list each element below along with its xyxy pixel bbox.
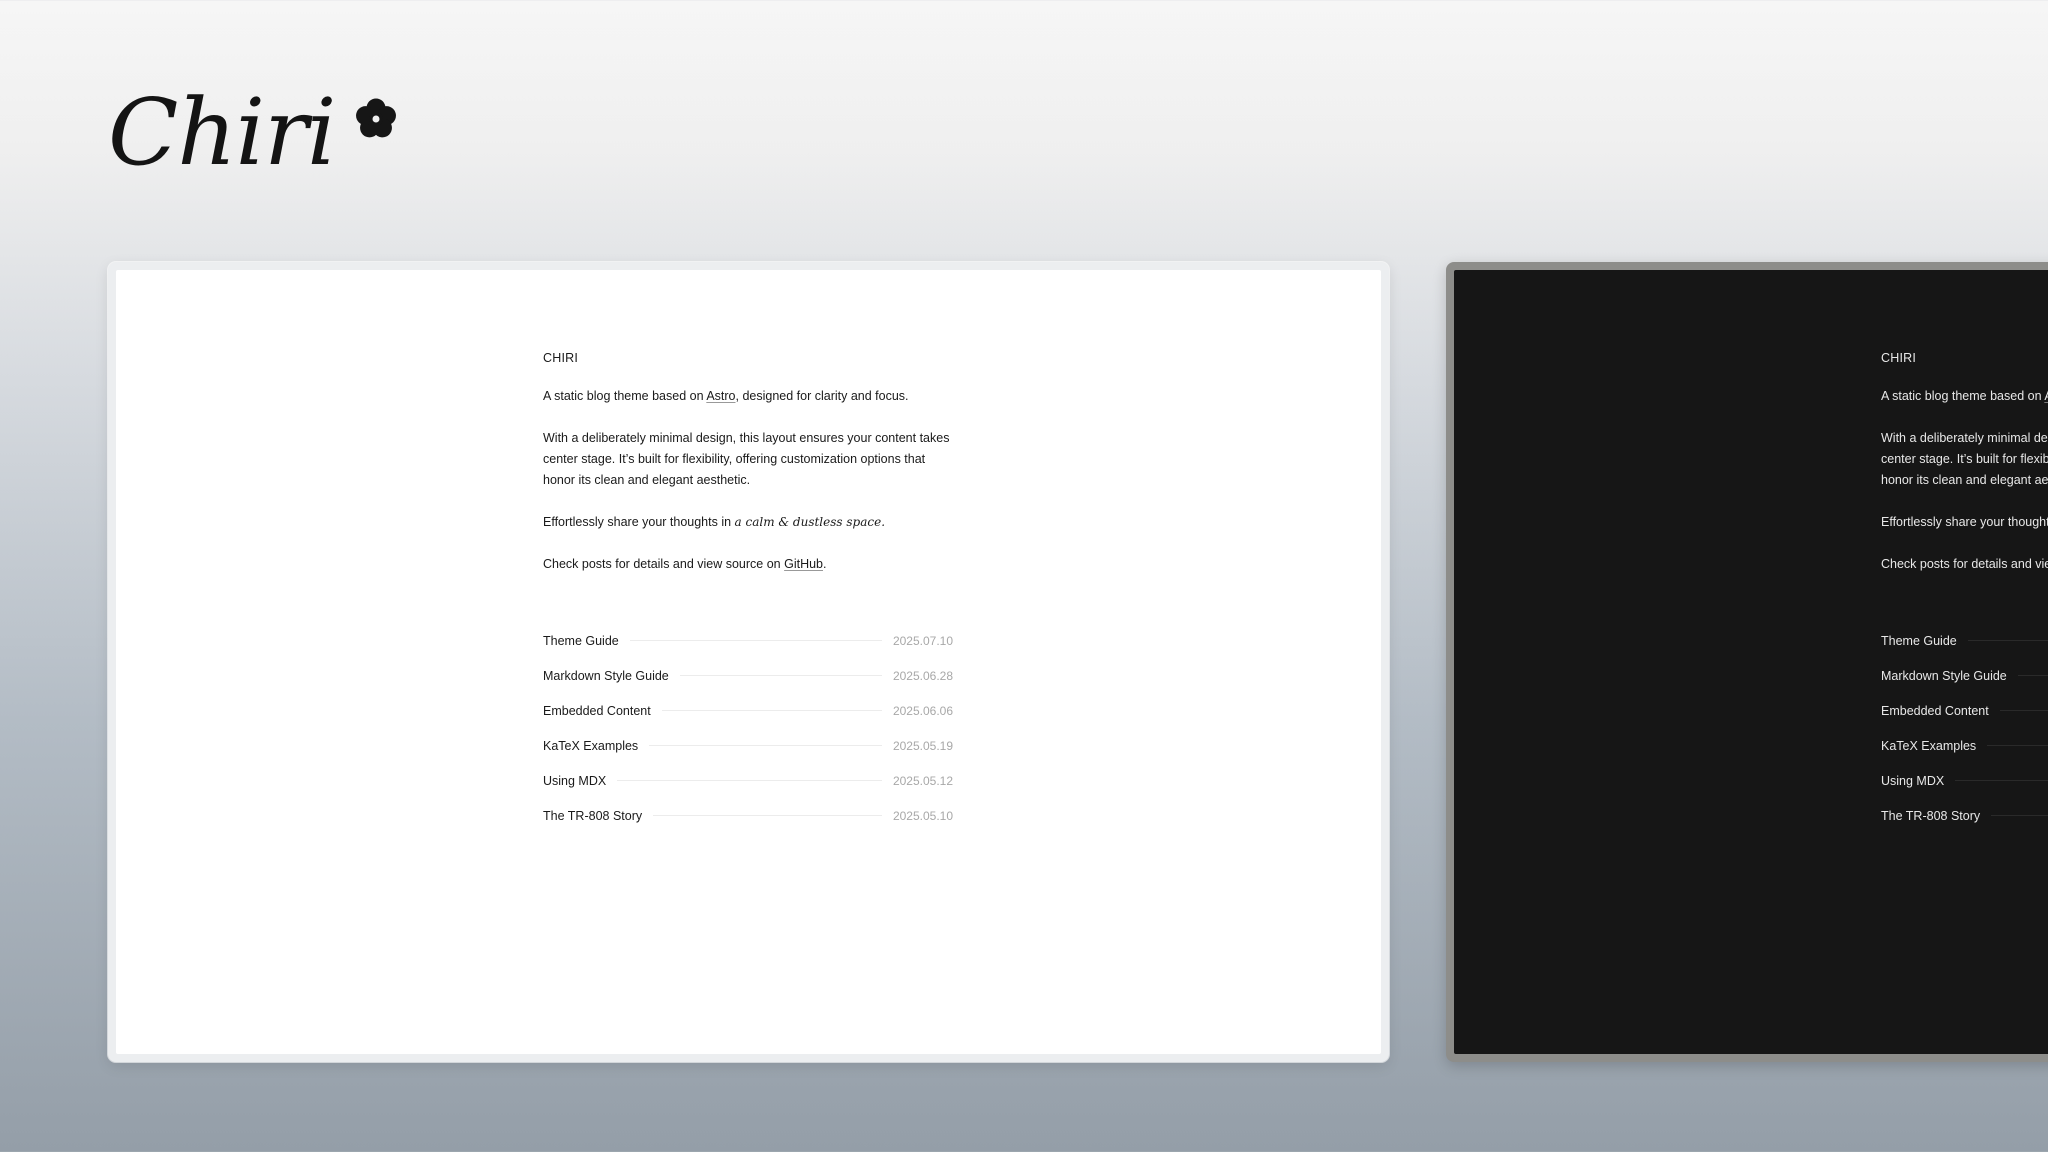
post-date: 2025.07.10 (892, 633, 953, 648)
intro-paragraph: A static blog theme based on Astro, desi… (1881, 386, 2048, 407)
post-divider (1955, 780, 2048, 781)
post-item[interactable]: The TR-808 Story2025.05.10 (1881, 798, 2048, 833)
share-paragraph: Effortlessly share your thoughts in a ca… (543, 512, 953, 533)
post-item[interactable]: Theme Guide 2025.07.10 (543, 623, 953, 658)
post-item[interactable]: Embedded Content2025.06.06 (1881, 693, 2048, 728)
intro-text-suffix: , designed for clarity and focus. (735, 389, 909, 403)
astro-link[interactable]: Astro (2044, 389, 2048, 403)
post-divider (1967, 640, 2048, 641)
post-divider (2017, 675, 2048, 676)
post-date: 2025.05.10 (892, 808, 953, 823)
post-item[interactable]: Theme Guide2025.07.10 (1881, 623, 2048, 658)
description-line: honor its clean and elegant aesthetic. (1881, 473, 2048, 487)
astro-link[interactable]: Astro (706, 389, 735, 403)
github-link[interactable]: GitHub (784, 557, 823, 571)
source-text-prefix: Check posts for details and view source … (543, 557, 785, 571)
intro-text-prefix: A static blog theme based on (1881, 389, 2045, 403)
post-item[interactable]: Markdown Style Guide 2025.06.28 (543, 658, 953, 693)
post-date: 2025.05.19 (892, 738, 953, 753)
post-divider (661, 710, 882, 711)
post-divider (1999, 710, 2048, 711)
post-item[interactable]: KaTeX Examples2025.05.19 (1881, 728, 2048, 763)
site-title[interactable]: CHIRI (543, 351, 578, 365)
site-title[interactable]: CHIRI (1881, 351, 1916, 365)
flower-icon (356, 98, 397, 138)
source-text-suffix: . (823, 557, 827, 571)
source-paragraph: Check posts for details and view source … (543, 554, 953, 575)
post-title[interactable]: Embedded Content (543, 704, 651, 718)
post-title[interactable]: Embedded Content (1881, 704, 1989, 718)
post-list: Theme Guide 2025.07.10 Markdown Style Gui… (543, 623, 953, 833)
post-divider (679, 675, 882, 676)
post-date: 2025.05.12 (892, 773, 953, 788)
share-text-prefix: Effortlessly share your thoughts in (1881, 515, 2048, 529)
post-title[interactable]: Markdown Style Guide (1881, 669, 2007, 683)
post-title[interactable]: Theme Guide (543, 634, 619, 648)
post-item[interactable]: The TR-808 Story 2025.05.10 (543, 798, 953, 833)
description-line: honor its clean and elegant aesthetic. (543, 473, 751, 487)
post-title[interactable]: Markdown Style Guide (543, 669, 669, 683)
post-item[interactable]: Markdown Style Guide2025.06.28 (1881, 658, 2048, 693)
post-title[interactable]: Theme Guide (1881, 634, 1957, 648)
post-item[interactable]: Embedded Content 2025.06.06 (543, 693, 953, 728)
brand-logo: Chiri (108, 78, 401, 188)
description-paragraph: With a deliberately minimal design, this… (543, 428, 953, 491)
share-text-prefix: Effortlessly share your thoughts in (543, 515, 735, 529)
description-line: With a deliberately minimal design, this… (1881, 431, 2048, 445)
dark-theme-preview: CHIRI A static blog theme based on Astro… (1446, 262, 2048, 1062)
light-theme-preview: CHIRI A static blog theme based on Astro… (108, 262, 1389, 1062)
post-title[interactable]: KaTeX Examples (543, 739, 638, 753)
intro-text-prefix: A static blog theme based on (543, 389, 707, 403)
post-divider (649, 745, 882, 746)
description-line: center stage. It’s built for flexibility… (1881, 452, 2048, 466)
source-paragraph: Check posts for details and view source … (1881, 554, 2048, 575)
light-theme-screen: CHIRI A static blog theme based on Astro… (116, 270, 1381, 1054)
dark-theme-screen: CHIRI A static blog theme based on Astro… (1454, 270, 2048, 1054)
description-line: center stage. It’s built for flexibility… (543, 452, 926, 466)
post-title[interactable]: The TR-808 Story (543, 809, 642, 823)
post-divider (1987, 745, 2048, 746)
post-date: 2025.06.28 (892, 668, 953, 683)
share-emphasis: a calm & dustless space. (734, 515, 886, 529)
post-title[interactable]: Using MDX (543, 774, 606, 788)
post-list: Theme Guide2025.07.10 Markdown Style Gui… (1881, 623, 2048, 833)
post-divider (1991, 815, 2048, 816)
post-item[interactable]: KaTeX Examples 2025.05.19 (543, 728, 953, 763)
post-divider (617, 780, 882, 781)
post-title[interactable]: The TR-808 Story (1881, 809, 1980, 823)
post-date: 2025.06.06 (892, 703, 953, 718)
share-paragraph: Effortlessly share your thoughts in a ca… (1881, 512, 2048, 533)
intro-paragraph: A static blog theme based on Astro, desi… (543, 386, 953, 407)
post-item[interactable]: Using MDX2025.05.12 (1881, 763, 2048, 798)
post-title[interactable]: KaTeX Examples (1881, 739, 1976, 753)
description-paragraph: With a deliberately minimal design, this… (1881, 428, 2048, 491)
description-line: With a deliberately minimal design, this… (543, 431, 950, 445)
brand-name: Chiri (108, 79, 336, 186)
post-divider (629, 640, 882, 641)
source-text-prefix: Check posts for details and view source … (1881, 557, 2048, 571)
post-item[interactable]: Using MDX 2025.05.12 (543, 763, 953, 798)
post-divider (653, 815, 882, 816)
post-title[interactable]: Using MDX (1881, 774, 1944, 788)
